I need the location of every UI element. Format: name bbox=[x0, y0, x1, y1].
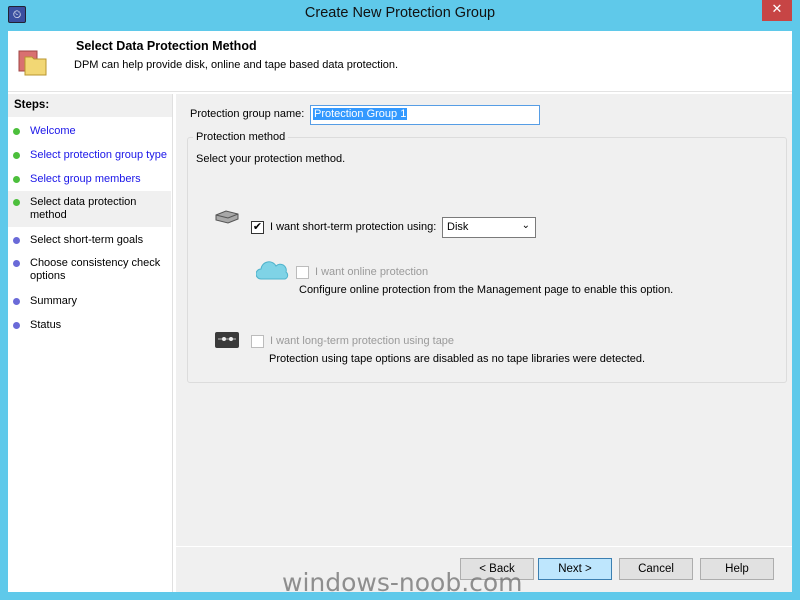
cancel-button[interactable]: Cancel bbox=[619, 558, 693, 580]
page-title: Select Data Protection Method bbox=[76, 39, 257, 53]
step-select-protection-group-type[interactable]: Select protection group type bbox=[8, 149, 171, 162]
steps-panel: Steps: Welcome Select protection group t… bbox=[8, 94, 173, 592]
window-title: Create New Protection Group bbox=[304, 5, 496, 21]
short-term-checkbox[interactable]: ✔ bbox=[251, 221, 264, 234]
step-label: Summary bbox=[30, 295, 78, 307]
step-label: Select data protection method bbox=[30, 196, 137, 221]
group-name-value: Protection Group 1 bbox=[313, 108, 408, 120]
step-label: Select group members bbox=[30, 173, 141, 185]
step-select-group-members[interactable]: Select group members bbox=[8, 173, 171, 186]
instruction-text: Select your protection method. bbox=[196, 153, 346, 165]
online-protection-checkbox[interactable] bbox=[296, 266, 309, 279]
help-button[interactable]: Help bbox=[700, 558, 774, 580]
step-select-short-term-goals: Select short-term goals bbox=[8, 234, 171, 247]
step-label: Select protection group type bbox=[30, 149, 167, 161]
group-name-label: Protection group name: bbox=[190, 108, 305, 120]
step-select-data-protection-method: Select data protection method bbox=[8, 191, 171, 227]
watermark: windows-noob.com bbox=[282, 568, 523, 597]
step-status: Status bbox=[8, 319, 171, 332]
step-label: Welcome bbox=[30, 125, 76, 137]
page-subtitle: DPM can help provide disk, online and ta… bbox=[74, 59, 399, 71]
short-term-select[interactable]: Disk ⌄ bbox=[442, 217, 536, 238]
step-label: Select short-term goals bbox=[30, 234, 144, 246]
wizard-body: Select Data Protection Method DPM can he… bbox=[8, 31, 792, 592]
main-panel: Protection group name: Protection Group … bbox=[176, 94, 792, 546]
short-term-label: I want short-term protection using: bbox=[270, 221, 437, 233]
tape-protection-checkbox[interactable] bbox=[251, 335, 264, 348]
select-value: Disk bbox=[447, 221, 469, 233]
tape-icon bbox=[215, 332, 239, 348]
online-protection-note: Configure online protection from the Man… bbox=[299, 284, 674, 296]
title-bar: ⏲ Create New Protection Group ✕ bbox=[0, 0, 800, 31]
close-icon: ✕ bbox=[771, 2, 783, 17]
chevron-down-icon: ⌄ bbox=[521, 220, 530, 231]
step-label: Status bbox=[30, 319, 62, 331]
step-choose-consistency-check: Choose consistency check options bbox=[8, 257, 171, 283]
step-welcome[interactable]: Welcome bbox=[8, 125, 171, 138]
tape-protection-label: I want long-term protection using tape bbox=[270, 335, 455, 347]
tape-protection-note: Protection using tape options are disabl… bbox=[269, 353, 646, 365]
step-summary: Summary bbox=[8, 295, 171, 308]
steps-heading: Steps: bbox=[8, 94, 172, 117]
cloud-icon bbox=[256, 261, 289, 280]
wizard-header: Select Data Protection Method DPM can he… bbox=[8, 31, 792, 92]
close-button[interactable]: ✕ bbox=[762, 0, 792, 21]
group-name-input[interactable]: Protection Group 1 bbox=[310, 105, 540, 125]
next-button[interactable]: Next > bbox=[538, 558, 612, 580]
disk-icon bbox=[215, 210, 239, 224]
step-label: Choose consistency check options bbox=[30, 257, 161, 282]
group-title: Protection method bbox=[193, 131, 289, 143]
online-protection-label: I want online protection bbox=[315, 266, 429, 278]
folder-icon bbox=[18, 50, 47, 76]
